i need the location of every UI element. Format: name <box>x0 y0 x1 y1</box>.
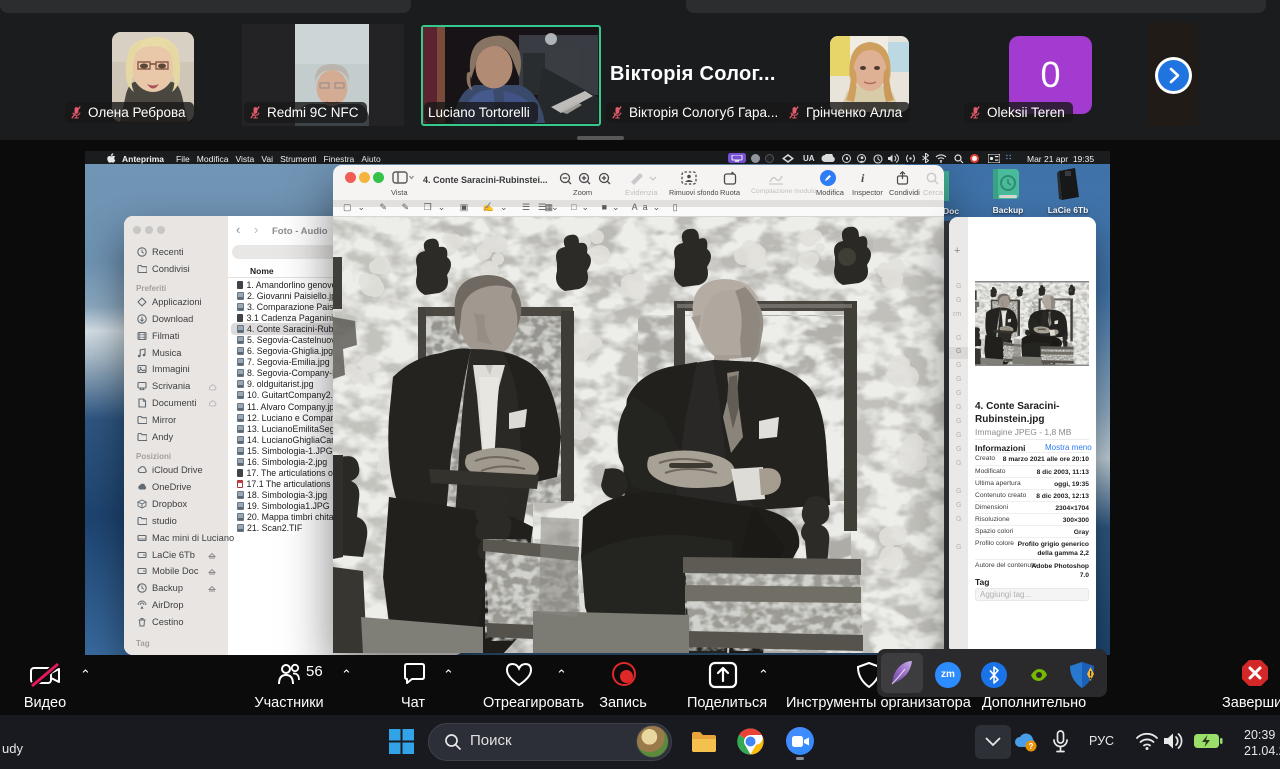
svg-text:?: ? <box>1029 742 1034 751</box>
